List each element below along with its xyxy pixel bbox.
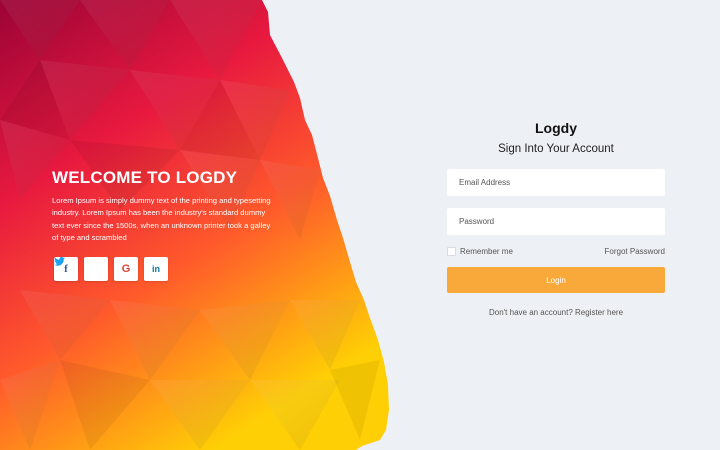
remember-checkbox[interactable]: [447, 247, 456, 256]
social-links: f G in: [54, 257, 168, 281]
password-input[interactable]: [447, 208, 665, 235]
welcome-description: Lorem Ipsum is simply dummy text of the …: [52, 196, 271, 242]
form-options-row: Remember me Forgot Password: [447, 247, 665, 256]
login-button[interactable]: Login: [447, 267, 665, 293]
twitter-button[interactable]: [54, 257, 108, 281]
welcome-section: WELCOME TO LOGDY Lorem Ipsum is simply d…: [52, 168, 282, 244]
email-input[interactable]: [447, 169, 665, 196]
welcome-title: WELCOME TO LOGDY: [52, 168, 238, 187]
brand-title: Logdy: [535, 120, 577, 136]
register-link[interactable]: Don't have an account? Register here: [447, 308, 665, 317]
remember-label: Remember me: [460, 247, 513, 256]
google-button[interactable]: G: [114, 257, 138, 281]
google-icon: G: [121, 263, 131, 275]
form-subtitle: Sign Into Your Account: [498, 143, 614, 155]
linkedin-button[interactable]: in: [144, 257, 168, 281]
linkedin-icon: in: [152, 264, 160, 274]
login-form: Logdy Sign Into Your Account Remember me…: [447, 120, 665, 317]
remember-me[interactable]: Remember me: [447, 247, 513, 256]
forgot-password-link[interactable]: Forgot Password: [605, 247, 665, 256]
